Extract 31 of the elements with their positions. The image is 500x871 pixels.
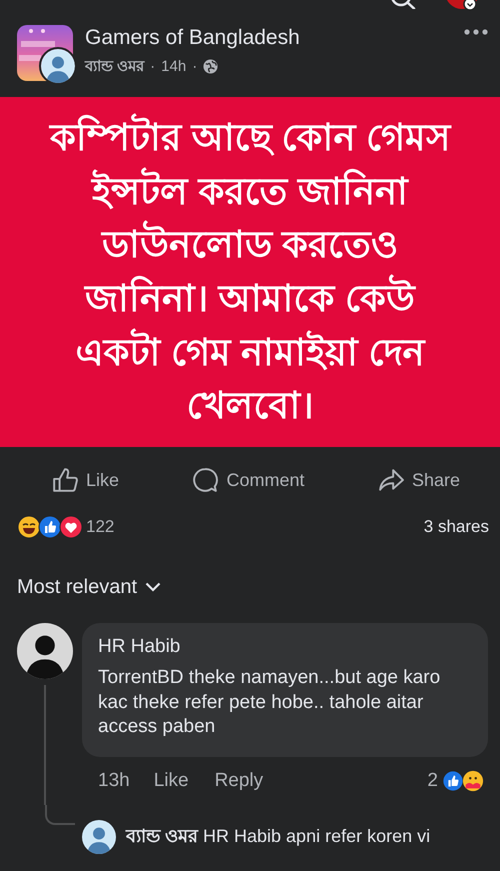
comment-text: TorrentBD theke namayen...but age karo kac theke refer pete hobe.. tahole aitar access paben [98, 666, 442, 740]
like-button[interactable]: Like [48, 463, 124, 497]
separator-dot: · [150, 58, 156, 75]
thumbs-up-icon [52, 467, 78, 493]
share-count[interactable]: 3 shares [424, 517, 489, 537]
reaction-count: 122 [86, 517, 114, 537]
commenter-name: HR Habib [98, 636, 182, 658]
author-name: ব্যান্ড ওমর [85, 57, 144, 77]
profile-avatar-icon[interactable] [444, 0, 480, 10]
more-options-icon[interactable] [464, 29, 488, 35]
share-button[interactable]: Share [374, 463, 464, 497]
like-link[interactable]: Like [154, 770, 189, 792]
comment-button[interactable]: Comment [188, 463, 308, 497]
sort-dropdown[interactable]: Most relevant [17, 576, 162, 598]
post-text: কম্পিটার আছে কোন গেমস ইন্সটল করতে জানিনা ডাউনলোড করতেও জানিনা। আমাকে কেউ একটা গেম নামাইয়া দেন খেলবো। [50, 111, 450, 433]
reaction-count: 2 [427, 770, 438, 792]
chevron-down-icon [145, 582, 162, 592]
reply-link[interactable]: Reply [214, 770, 264, 792]
search-icon[interactable] [390, 0, 416, 9]
comment-time: 13h [98, 770, 130, 792]
group-name: Gamers of Bangladesh [85, 26, 301, 50]
post-time: 14h [161, 58, 186, 75]
reply-text: ব্যান্ড ওমর HR Habib apni refer koren vi [126, 824, 430, 848]
laughing-emoji-icon [17, 515, 41, 539]
thumbs-up-icon [442, 770, 464, 792]
separator-dot: · [192, 58, 198, 75]
arrow-icon [378, 467, 404, 493]
hugging-emoji-icon [462, 770, 484, 792]
speech-bubble-icon [192, 467, 218, 493]
globe-icon [203, 59, 218, 74]
thumbs-up-icon [38, 515, 62, 539]
